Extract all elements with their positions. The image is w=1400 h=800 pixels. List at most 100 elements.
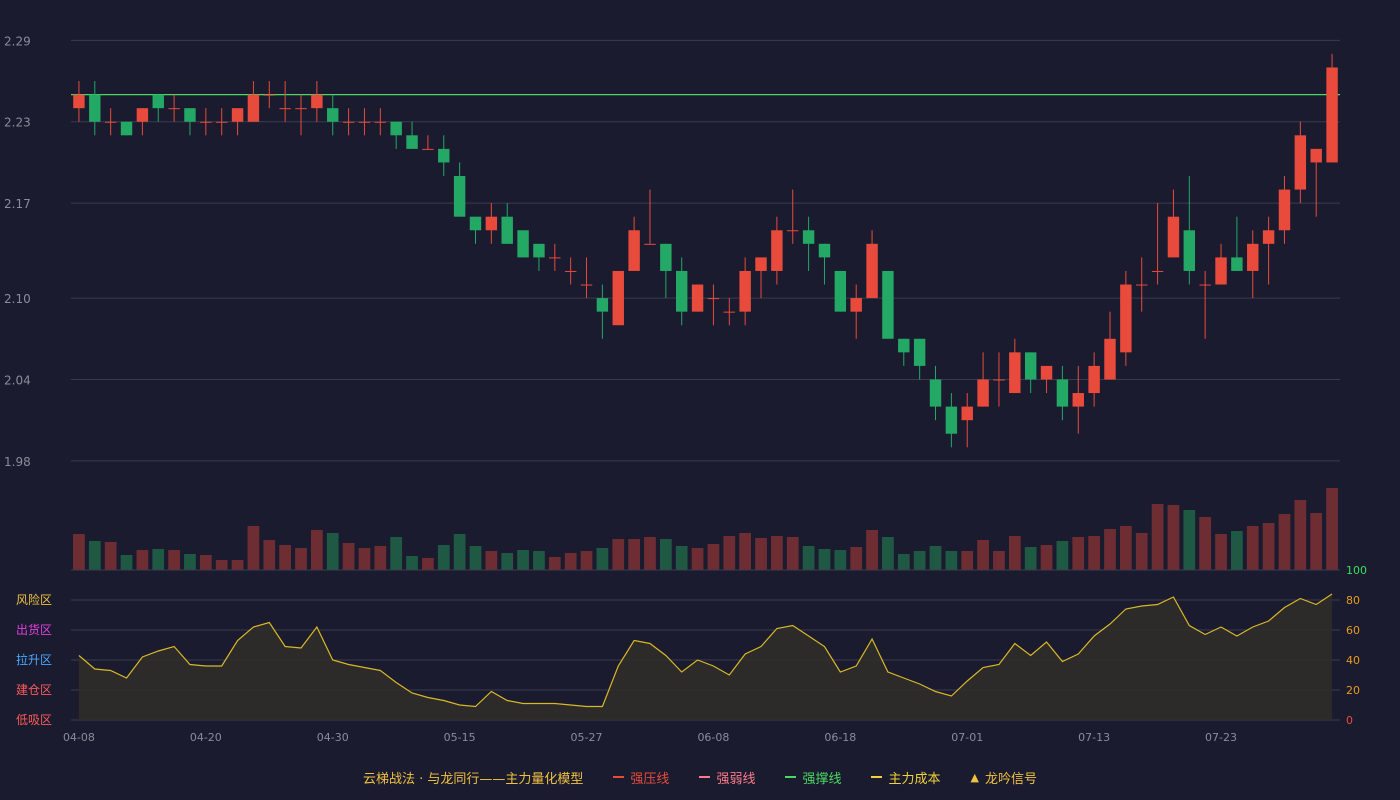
- candle: [73, 81, 85, 122]
- volume-bar: [1215, 534, 1227, 570]
- candle-body: [485, 216, 498, 231]
- volume-bar: [326, 533, 339, 570]
- candle-body: [200, 121, 212, 123]
- candle-body: [1199, 284, 1211, 286]
- legend-label-resistance: 强压线: [630, 771, 670, 787]
- candle: [104, 108, 117, 136]
- candle: [1262, 216, 1275, 285]
- legend-label-cost: 主力成本: [888, 771, 941, 787]
- candle: [1278, 176, 1291, 244]
- volume-bar: [88, 541, 101, 570]
- volume-bar: [1310, 513, 1323, 570]
- legend-item-support[interactable]: 强撑线: [785, 768, 841, 787]
- candle: [596, 284, 609, 339]
- candle-body: [168, 108, 180, 110]
- candle-body: [1024, 352, 1037, 380]
- candle-body: [89, 94, 101, 122]
- legend-item-cost[interactable]: 主力成本: [871, 768, 940, 787]
- volume-bar: [136, 550, 149, 570]
- legend-swatch-cost: [871, 776, 883, 778]
- x-tick-label: 05-27: [571, 731, 603, 744]
- candle: [691, 284, 704, 312]
- volume-bar: [358, 548, 371, 570]
- legend-label-strength: 强弱线: [716, 771, 756, 787]
- candle: [1231, 216, 1243, 271]
- candle: [1167, 189, 1180, 258]
- candle: [834, 270, 847, 312]
- candle-body: [1262, 230, 1275, 244]
- candle-body: [755, 257, 767, 271]
- candle-body: [1151, 270, 1164, 272]
- volume-bar: [850, 547, 863, 570]
- triangle-icon: ▲: [970, 770, 979, 784]
- candle-body: [517, 230, 529, 258]
- candle-body: [120, 121, 133, 136]
- candle-body: [802, 230, 815, 244]
- candle: [200, 108, 212, 136]
- volume-bar: [437, 545, 450, 570]
- volume-bar: [295, 548, 307, 570]
- x-tick-label: 06-18: [824, 731, 856, 744]
- volume-bar: [596, 548, 609, 570]
- volume-bar: [342, 543, 355, 570]
- x-tick-label: 04-08: [63, 731, 95, 744]
- candle-body: [311, 94, 323, 109]
- volume-bar: [73, 534, 85, 570]
- volume-bar: [644, 537, 656, 570]
- candle-body: [453, 176, 466, 217]
- volume-bar: [612, 539, 625, 570]
- candle-body: [231, 108, 244, 122]
- candle: [1104, 311, 1116, 380]
- candle: [929, 365, 942, 421]
- price-tick-label: 2.17: [4, 197, 31, 211]
- candle: [469, 216, 482, 244]
- candle-body: [961, 406, 973, 421]
- candle-body: [882, 270, 894, 339]
- candle-body: [279, 108, 291, 110]
- candle: [850, 284, 862, 339]
- candle: [771, 216, 783, 285]
- candle: [755, 257, 767, 299]
- oscillator-tick-label: 100: [1346, 564, 1367, 577]
- candle-body: [580, 284, 593, 286]
- candle: [1024, 352, 1037, 394]
- candle: [1326, 53, 1338, 163]
- candle: [675, 257, 688, 326]
- candle-body: [422, 148, 434, 150]
- candle: [564, 257, 577, 285]
- volume-bar: [897, 554, 910, 570]
- volume-bar: [866, 530, 878, 570]
- volume-bar: [818, 549, 831, 570]
- price-tick-label: 2.04: [4, 373, 31, 387]
- candle: [453, 162, 466, 217]
- candle: [913, 338, 926, 380]
- chart-area: 2.29 2.23 2.17 2.10 2.04 1.98 100 80 60 40 20 0 风险区出…: [0, 0, 1400, 800]
- volume-bar: [406, 556, 418, 570]
- legend-item-signal[interactable]: ▲ 龙吟信号: [970, 768, 1036, 787]
- volume-bar: [961, 551, 974, 570]
- candle-body: [1088, 365, 1100, 394]
- volume-bar: [548, 557, 561, 570]
- candle: [739, 257, 751, 326]
- volume-bar: [422, 558, 434, 570]
- volume-bar: [485, 551, 498, 570]
- candle-body: [247, 94, 260, 122]
- legend-item-strength[interactable]: 强弱线: [699, 768, 755, 787]
- candle-body: [612, 270, 624, 326]
- candle: [1294, 121, 1307, 204]
- x-tick-label: 07-23: [1205, 731, 1237, 744]
- zone-label: 低吸区: [16, 713, 52, 727]
- candle-body: [1072, 393, 1084, 407]
- candle: [247, 81, 260, 122]
- zone-label: 拉升区: [16, 652, 52, 667]
- candle: [263, 81, 275, 109]
- volume-bar: [1024, 547, 1037, 570]
- volume-bar: [1262, 523, 1275, 570]
- candle: [215, 108, 228, 136]
- legend-title: 云梯战法 · 与龙同行——主力量化模型: [363, 768, 583, 787]
- candle-body: [834, 270, 847, 312]
- legend-item-resistance[interactable]: 强压线: [613, 768, 669, 787]
- candle-body: [771, 230, 783, 271]
- volume-bar: [1088, 536, 1101, 570]
- volume-bar: [1294, 500, 1307, 570]
